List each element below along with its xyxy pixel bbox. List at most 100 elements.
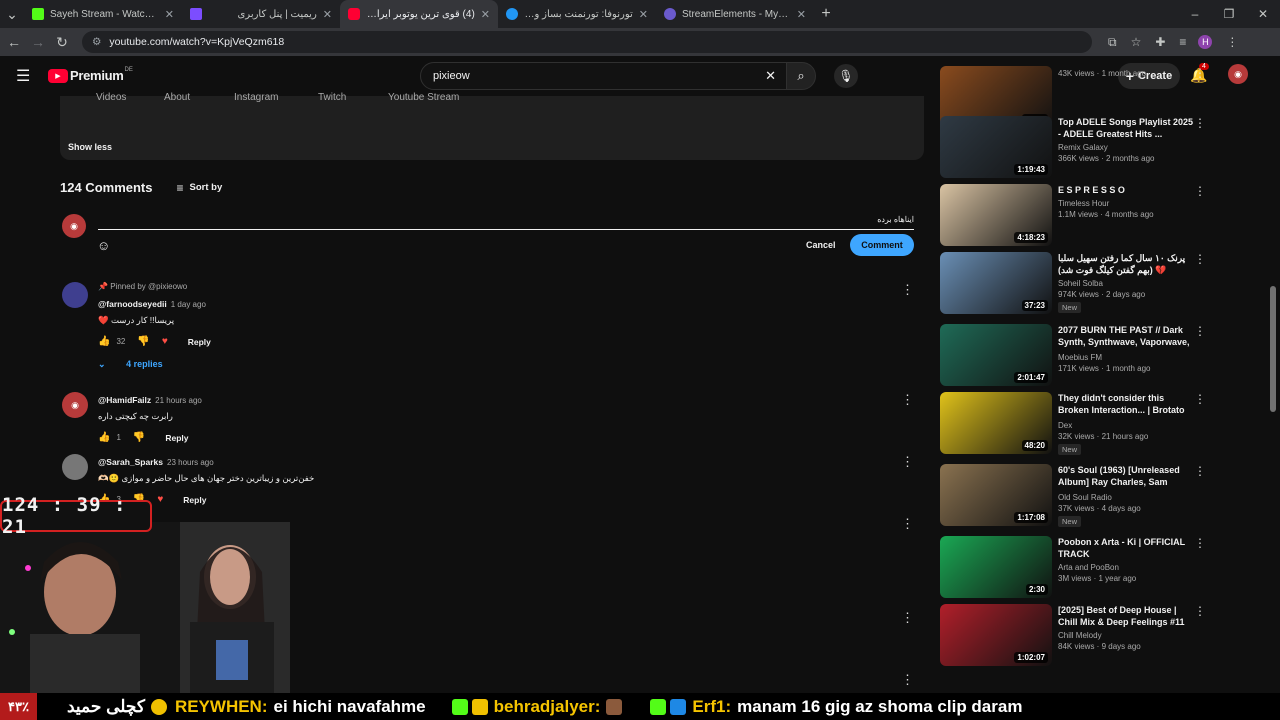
related-video-card[interactable]: 1:02:07 [2025] Best of Deep House | Chill… (940, 604, 1220, 666)
related-video-card[interactable]: 1:17:08 60's Soul (1963) [Unreleased Albu… (940, 464, 1220, 527)
comment-time[interactable]: 1 day ago (171, 300, 206, 309)
install-app-icon[interactable]: ⧉ (1108, 35, 1117, 50)
link-chip[interactable]: Youtube Stream (388, 92, 459, 106)
commenter-avatar[interactable] (62, 454, 88, 480)
video-menu-icon[interactable]: ⋮ (1194, 464, 1206, 478)
new-tab-icon[interactable]: + (814, 5, 838, 23)
video-thumbnail[interactable]: 4:18:23 (940, 184, 1052, 246)
browser-tab[interactable]: ریمیت | پنل کاربری ✕ (182, 0, 340, 28)
commenter-avatar[interactable]: ◉ (62, 392, 88, 418)
video-thumbnail[interactable]: 2:30 (940, 536, 1052, 598)
video-thumbnail[interactable]: 37:23 (940, 252, 1052, 314)
related-video-card[interactable]: 48:20 They didn't consider this Broken In… (940, 392, 1220, 455)
comment-time[interactable]: 23 hours ago (167, 458, 214, 467)
link-chip[interactable]: Videos (96, 92, 126, 106)
reply-button[interactable]: Reply (183, 495, 206, 505)
video-menu-icon[interactable]: ⋮ (1194, 66, 1206, 80)
video-channel[interactable]: Chill Melody (1058, 631, 1194, 640)
voice-search-button[interactable]: 🎙 (834, 64, 858, 88)
back-icon[interactable]: ← (2, 34, 26, 50)
comment-menu-icon[interactable]: ⋮ (901, 516, 914, 532)
close-tab-icon[interactable]: ✕ (797, 8, 806, 21)
video-thumbnail[interactable]: 1:02:07 (940, 604, 1052, 666)
profile-avatar[interactable]: H (1198, 35, 1213, 49)
url-field[interactable]: ⚙ youtube.com/watch?v=KpjVeQzm618 (82, 31, 1092, 53)
video-thumbnail[interactable]: 1:19:43 (940, 116, 1052, 178)
video-thumbnail[interactable]: 2:01:47 (940, 324, 1052, 386)
forward-icon[interactable]: → (26, 34, 50, 50)
sort-button[interactable]: ≡ Sort by (176, 181, 222, 195)
video-menu-icon[interactable]: ⋮ (1194, 252, 1206, 266)
search-button[interactable]: ⌕ (786, 62, 816, 90)
comment-submit-button[interactable]: Comment (850, 234, 914, 256)
close-tab-icon[interactable]: ✕ (481, 8, 490, 21)
site-info-icon[interactable]: ⚙ (92, 36, 101, 48)
related-video-card[interactable]: 1:19:43 Top ADELE Songs Playlist 2025 - A… (940, 116, 1220, 178)
video-title[interactable]: 60's Soul (1963) [Unreleased Album] Ray … (1058, 464, 1194, 490)
video-title[interactable]: [2025] Best of Deep House | Chill Mix & … (1058, 604, 1194, 628)
page-scrollbar[interactable] (1270, 286, 1276, 412)
video-menu-icon[interactable]: ⋮ (1194, 604, 1206, 618)
comment-menu-icon[interactable]: ⋮ (901, 672, 914, 688)
browser-tab[interactable]: تورنوفا: تورنمنت بساز و در بازی ه ✕ (498, 0, 656, 28)
reply-button[interactable]: Reply (188, 337, 211, 347)
close-tab-icon[interactable]: ✕ (639, 8, 648, 21)
commenter-avatar[interactable] (62, 282, 88, 308)
related-video-card[interactable]: 2:30 Poobon x Arta - Ki | OFFICIAL TRACK A… (940, 536, 1220, 598)
comment-author[interactable]: @Sarah_Sparks (98, 457, 163, 467)
video-title[interactable]: They didn't consider this Broken Interac… (1058, 392, 1194, 418)
link-chip[interactable]: Instagram (234, 92, 278, 106)
comment-menu-icon[interactable]: ⋮ (901, 454, 914, 470)
video-title[interactable]: Poobon x Arta - Ki | OFFICIAL TRACK (1058, 536, 1194, 560)
video-menu-icon[interactable]: ⋮ (1194, 392, 1206, 406)
comment-menu-icon[interactable]: ⋮ (901, 610, 914, 626)
dislike-icon[interactable]: 👎 (133, 432, 145, 443)
video-title[interactable]: E S P R E S S O (1058, 184, 1194, 196)
comment-time[interactable]: 21 hours ago (155, 396, 202, 405)
link-chip[interactable]: Twitch (318, 92, 346, 106)
like-icon[interactable]: 👍 (98, 432, 110, 443)
reload-icon[interactable]: ↻ (50, 34, 74, 51)
youtube-logo[interactable]: ▶ Premium DE (48, 67, 133, 83)
browser-tab[interactable]: Sayeh Stream - Watch Live on K ✕ (24, 0, 182, 28)
video-channel[interactable]: Timeless Hour (1058, 199, 1194, 208)
view-replies-button[interactable]: ⌄ 4 replies (98, 359, 211, 370)
video-title[interactable]: پرنک ۱۰ سال کما رفتن سهیل سلبا 💔 (بهم گف… (1058, 252, 1194, 276)
video-title[interactable]: Top ADELE Songs Playlist 2025 - ADELE Gr… (1058, 116, 1194, 140)
show-less-button[interactable]: Show less (68, 142, 112, 152)
browser-tab[interactable]: StreamElements - My dashboard ✕ (656, 0, 814, 28)
browser-menu-icon[interactable]: ⋮ (1226, 35, 1238, 49)
clear-search-icon[interactable]: ✕ (765, 68, 776, 84)
hamburger-menu-icon[interactable]: ☰ (16, 66, 30, 86)
link-chip[interactable]: About (164, 92, 190, 106)
restore-icon[interactable]: ❐ (1212, 7, 1246, 21)
related-video-card[interactable]: 37:23 پرنک ۱۰ سال کما رفتن سهیل سلبا 💔 (ب… (940, 252, 1220, 314)
video-title[interactable]: 2077 BURN THE PAST // Dark Synth, Synthw… (1058, 324, 1194, 350)
search-input[interactable]: pixieow ✕ (420, 62, 787, 90)
emoji-icon[interactable]: ☺ (97, 238, 110, 253)
video-channel[interactable]: Old Soul Radio (1058, 493, 1194, 502)
extensions-icon[interactable]: ✚ (1155, 35, 1165, 49)
comment-menu-icon[interactable]: ⋮ (901, 392, 914, 408)
like-icon[interactable]: 👍 (98, 336, 110, 347)
video-menu-icon[interactable]: ⋮ (1194, 324, 1206, 338)
comment-menu-icon[interactable]: ⋮ (901, 282, 914, 298)
video-channel[interactable]: Arta and PooBon (1058, 563, 1194, 572)
video-channel[interactable]: Moebius FM (1058, 353, 1194, 362)
video-channel[interactable]: Soheil Solba (1058, 279, 1194, 288)
account-avatar[interactable]: ◉ (1228, 64, 1248, 84)
dislike-icon[interactable]: 👎 (137, 336, 149, 347)
close-tab-icon[interactable]: ✕ (323, 8, 332, 21)
related-video-card[interactable]: 4:18:23 E S P R E S S O Timeless Hour 1.1M … (940, 184, 1220, 246)
tab-search-icon[interactable]: ⌄ (0, 6, 24, 23)
bookmark-star-icon[interactable]: ☆ (1131, 35, 1142, 49)
cancel-button[interactable]: Cancel (806, 240, 836, 250)
video-menu-icon[interactable]: ⋮ (1194, 184, 1206, 198)
video-menu-icon[interactable]: ⋮ (1194, 116, 1206, 130)
browser-tab-active[interactable]: (4) قوی ترین یوتوبر ایران؟؟ - مجا ✕ (340, 0, 498, 28)
minimize-icon[interactable]: – (1178, 7, 1212, 21)
video-menu-icon[interactable]: ⋮ (1194, 536, 1206, 550)
reading-list-icon[interactable]: ≡ (1179, 35, 1186, 49)
comment-author[interactable]: @HamidFailz (98, 395, 151, 405)
comment-author[interactable]: @farnoodseyedii (98, 299, 167, 309)
